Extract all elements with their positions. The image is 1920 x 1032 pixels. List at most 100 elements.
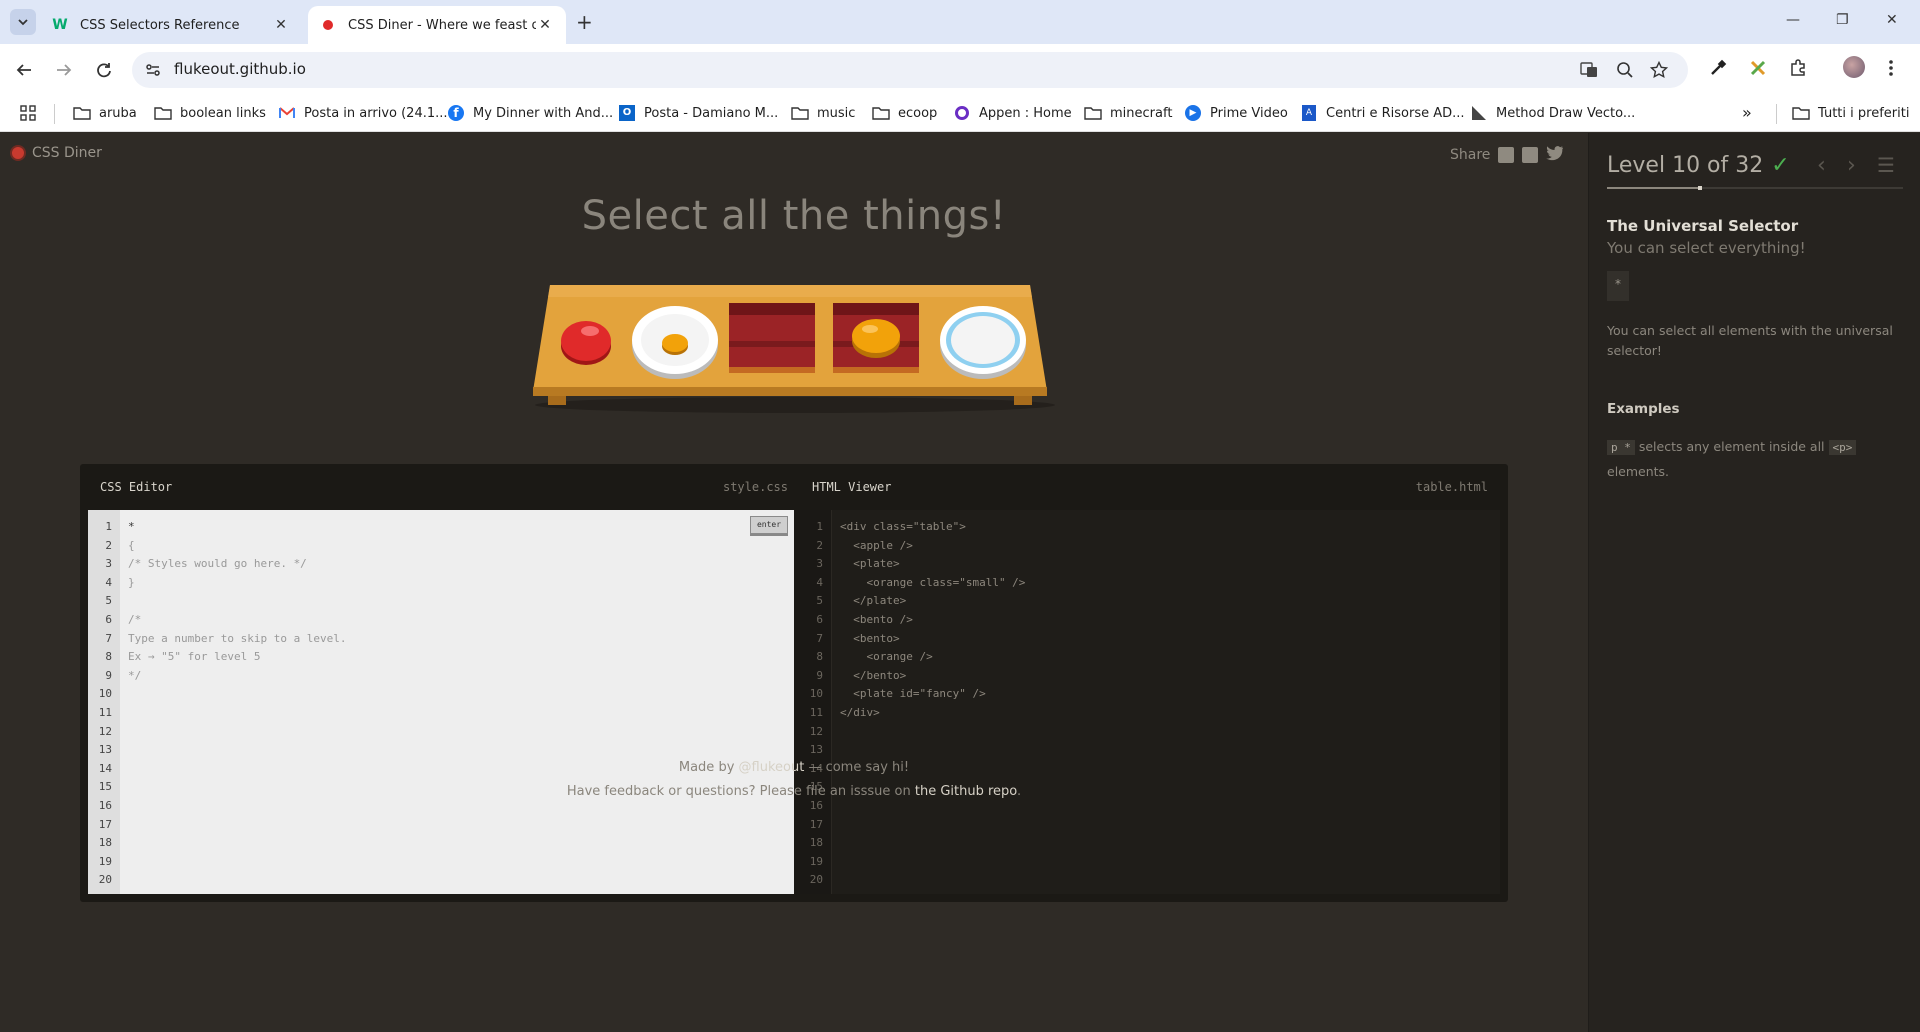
previous-level-button[interactable]: ‹ (1817, 153, 1826, 178)
close-tab-icon[interactable]: ✕ (536, 17, 554, 33)
selector-syntax: * (1607, 271, 1629, 301)
css-code[interactable]: * {/* Styles would go here. */} /* Type a … (128, 518, 347, 685)
dinner-table (533, 285, 1055, 413)
share-label: Share (1450, 147, 1491, 163)
level-menu-icon[interactable]: ☰ (1877, 153, 1895, 177)
reload-button[interactable] (92, 58, 116, 82)
line-number: 5 (105, 594, 112, 608)
tab-search-button[interactable] (10, 9, 36, 35)
site-info-icon[interactable] (144, 61, 162, 83)
back-button[interactable] (12, 58, 36, 82)
bookmark-music[interactable]: music (791, 105, 855, 121)
email-icon[interactable] (1498, 147, 1515, 163)
line-number: 13 (809, 743, 823, 757)
address-bar[interactable]: flukeout.github.io (132, 52, 1688, 88)
css-code-line: /* (128, 612, 142, 626)
url-text: flukeout.github.io (174, 60, 306, 78)
css-diner-logo[interactable]: CSS Diner (10, 145, 102, 161)
footer-text: Have feedback or questions? Please file … (566, 784, 915, 799)
zoom-icon[interactable] (1616, 61, 1634, 83)
line-number: 12 (98, 724, 112, 738)
appen-icon (953, 105, 971, 121)
html-code-line: <plate> (840, 557, 900, 571)
line-number: 20 (809, 873, 823, 887)
line-number: 6 (105, 612, 112, 626)
css-editor[interactable]: 1 2 3 4 5 6 7 8 9 10 11 12 13 14 15 16 17 18 19 20 *{/* Sty… (88, 510, 794, 894)
bookmark-outlook[interactable]: O Posta - Damiano M... (618, 105, 778, 121)
gmail-icon (278, 105, 296, 121)
bento-with-orange[interactable] (833, 303, 919, 373)
enter-button[interactable]: enter (750, 516, 788, 534)
css-code-line: Ex → "5" for level 5 (128, 650, 261, 664)
bookmark-gmail[interactable]: Posta in arrivo (24.1... (278, 105, 448, 121)
bookmark-minecraft[interactable]: minecraft (1084, 105, 1172, 121)
line-number: 11 (809, 705, 823, 719)
new-tab-button[interactable]: + (576, 12, 593, 32)
tab-css-diner[interactable]: CSS Diner - Where we feast on ✕ (308, 6, 566, 44)
line-number: 18 (809, 836, 823, 850)
eyedropper-extension-icon[interactable] (1708, 58, 1728, 82)
line-number: 17 (809, 817, 823, 831)
css-editor-header: CSS Editor style.css (88, 464, 800, 510)
bookmark-star-icon[interactable] (1649, 60, 1669, 83)
tab-title: CSS Diner - Where we feast on (348, 17, 536, 33)
bookmark-aruba[interactable]: aruba (73, 105, 137, 121)
facebook-icon[interactable] (1522, 147, 1539, 163)
bento-empty[interactable] (729, 303, 815, 373)
next-level-button[interactable]: › (1847, 153, 1856, 178)
css-code-line: */ (128, 668, 142, 682)
bookmark-label: Posta - Damiano M... (644, 105, 779, 121)
bookmark-ecoop[interactable]: ecoop (872, 105, 937, 121)
example-text: selects any element inside all (1634, 439, 1829, 454)
all-bookmarks-folder[interactable]: Tutti i preferiti (1792, 105, 1909, 121)
bookmark-label: aruba (99, 105, 137, 121)
tab-css-selectors-reference[interactable]: W CSS Selectors Reference ✕ (40, 6, 302, 44)
apple[interactable] (561, 321, 611, 365)
forward-button[interactable] (52, 58, 76, 82)
translate-icon[interactable] (1580, 61, 1598, 83)
close-tab-icon[interactable]: ✕ (272, 17, 290, 33)
minimize-button[interactable]: — (1786, 12, 1800, 28)
html-viewer-title: HTML Viewer (812, 480, 892, 494)
bookmark-adobe-centri[interactable]: A Centri e Risorse AD... (1300, 105, 1465, 121)
more-bookmarks-button[interactable]: » (1742, 103, 1752, 122)
tab-strip: W CSS Selectors Reference ✕ CSS Diner - … (0, 0, 1920, 44)
bookmark-method-draw[interactable]: Method Draw Vecto... (1470, 105, 1635, 121)
line-number: 17 (98, 817, 112, 831)
outlook-icon: O (618, 105, 636, 121)
bookmark-prime-video[interactable]: ▶ Prime Video (1184, 105, 1288, 121)
css-editor-title: CSS Editor (100, 480, 173, 494)
html-code-line: <div class="table"> (840, 520, 966, 533)
logo-icon (10, 145, 26, 161)
extension-cross-icon[interactable] (1748, 58, 1768, 82)
github-repo-link[interactable]: the Github repo (915, 784, 1017, 799)
game-area: CSS Diner Share Select all the things! C… (0, 133, 1588, 1032)
close-window-button[interactable]: ✕ (1886, 12, 1898, 28)
extensions-puzzle-icon[interactable] (1788, 58, 1808, 82)
orange-small[interactable] (662, 334, 688, 355)
line-number: 9 (816, 668, 823, 682)
plate-with-small-orange[interactable] (632, 306, 718, 379)
css-code-line: /* Styles would go here. */ (128, 557, 307, 571)
html-code[interactable]: <div class="table"> <apple /> <plate> <o… (840, 518, 1025, 723)
example-code: <p> (1828, 440, 1857, 455)
browser-menu-icon[interactable] (1888, 58, 1894, 82)
plate-fancy[interactable] (940, 306, 1026, 379)
orange[interactable] (852, 319, 900, 358)
apps-grid-icon[interactable] (20, 105, 36, 121)
bookmark-facebook[interactable]: f My Dinner with And... (447, 105, 613, 121)
editor-panel: CSS Editor style.css HTML Viewer table.h… (80, 464, 1508, 902)
bookmark-boolean-links[interactable]: boolean links (154, 105, 266, 121)
css-code-line (128, 592, 347, 611)
bookmark-label: Appen : Home (979, 105, 1072, 121)
example-code: p * (1607, 440, 1635, 455)
logo-text: CSS Diner (32, 145, 102, 161)
flukeout-link[interactable]: @flukeout (739, 760, 805, 775)
line-number: 11 (98, 705, 112, 719)
bookmark-appen[interactable]: Appen : Home (953, 105, 1072, 121)
html-code-line: <orange class="small" /> (840, 575, 1026, 589)
bookmarks-divider (1776, 104, 1777, 124)
restore-button[interactable]: ❐ (1836, 12, 1849, 28)
twitter-icon[interactable] (1546, 145, 1564, 165)
profile-avatar[interactable] (1843, 56, 1865, 78)
